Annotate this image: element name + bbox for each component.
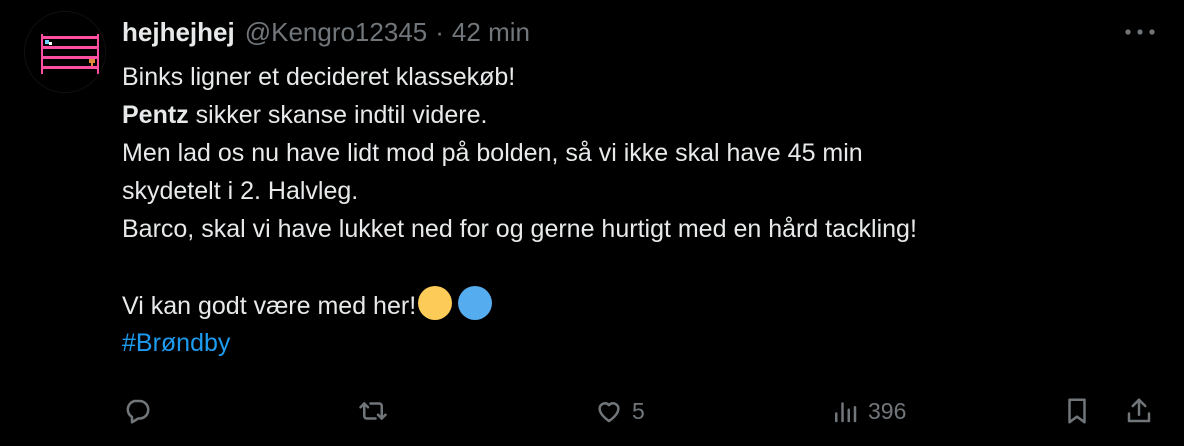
tweet-line-5: Barco, skal vi have lukket ned for og ge… bbox=[122, 215, 917, 243]
author-handle[interactable]: @Kengro12345 bbox=[245, 17, 428, 48]
tweet-hashtag-line: #Brøndby bbox=[122, 324, 1162, 362]
tweet-line-2: Pentz sikker skanse indtil videre. bbox=[122, 101, 488, 129]
reply-button[interactable] bbox=[122, 396, 160, 426]
avatar[interactable] bbox=[24, 11, 106, 93]
tweet-line-1: Binks ligner et decideret klassekøb! bbox=[122, 63, 516, 91]
share-button[interactable] bbox=[1124, 396, 1154, 426]
tweet-text: Binks ligner et decideret klassekøb! Pen… bbox=[122, 58, 1162, 362]
avatar-image bbox=[25, 12, 105, 92]
more-icon[interactable] bbox=[1122, 24, 1158, 40]
tweet-line-4: skydetelt i 2. Halvleg. bbox=[122, 177, 359, 205]
views-count: 396 bbox=[868, 397, 907, 424]
bold-mention: Pentz bbox=[122, 101, 189, 129]
hashtag-link[interactable]: #Brøndby bbox=[122, 329, 230, 357]
views-button[interactable]: 396 bbox=[830, 396, 906, 426]
share-icon bbox=[1127, 398, 1151, 423]
blue-circle-icon bbox=[458, 286, 493, 320]
like-count: 5 bbox=[632, 397, 645, 424]
action-bar: 5 396 bbox=[0, 396, 1184, 436]
views-icon bbox=[835, 402, 857, 423]
reply-icon bbox=[126, 399, 150, 424]
separator-dot: · bbox=[435, 16, 444, 47]
tweet-header: hejhejhej @Kengro12345 · 42 min bbox=[122, 14, 530, 50]
tweet-closing: Vi kan godt være med her! bbox=[122, 286, 1162, 324]
repost-button[interactable] bbox=[358, 396, 396, 426]
yellow-circle-icon bbox=[418, 286, 453, 320]
timestamp[interactable]: 42 min bbox=[452, 17, 530, 48]
tweet-line-3: Men lad os nu have lidt mod på bolden, s… bbox=[122, 139, 863, 167]
bookmark-button[interactable] bbox=[1062, 396, 1092, 426]
repost-icon bbox=[359, 402, 387, 420]
like-button[interactable]: 5 bbox=[594, 396, 645, 426]
bookmark-icon bbox=[1068, 398, 1086, 424]
author-name[interactable]: hejhejhej bbox=[122, 17, 235, 48]
heart-icon bbox=[598, 402, 620, 423]
